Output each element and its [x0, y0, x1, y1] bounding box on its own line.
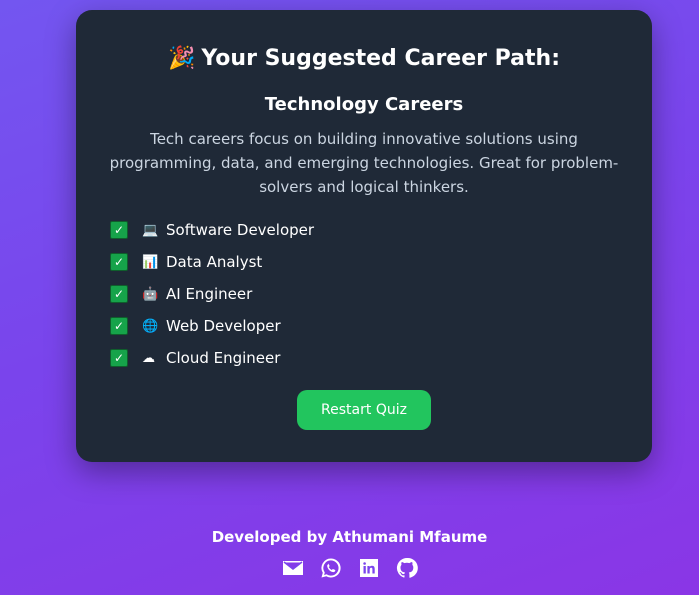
restart-quiz-button[interactable]: Restart Quiz — [297, 390, 431, 430]
checkmark-icon: ✓ — [110, 349, 128, 367]
social-links — [0, 556, 699, 580]
globe-icon: 🌐 — [142, 318, 159, 334]
email-icon[interactable] — [281, 556, 305, 580]
list-item: ✓ 💻 Software Developer — [110, 214, 314, 246]
checkmark-icon: ✓ — [110, 285, 128, 303]
laptop-icon: 💻 — [142, 222, 159, 238]
result-card: 🎉 Your Suggested Career Path: Technology … — [76, 10, 652, 462]
footer-credit: Developed by Athumani Mfaume — [211, 528, 488, 546]
cloud-icon: ☁ — [142, 350, 155, 366]
result-title: 🎉 Your Suggested Career Path: — [76, 46, 652, 71]
career-label: Web Developer — [166, 317, 281, 335]
result-title-text: Your Suggested Career Path: — [201, 46, 560, 71]
party-popper-icon: 🎉 — [167, 46, 196, 71]
list-item: ✓ 📊 Data Analyst — [110, 246, 314, 278]
list-item: ✓ 🤖 AI Engineer — [110, 278, 314, 310]
career-label: AI Engineer — [166, 285, 253, 303]
robot-icon: 🤖 — [142, 286, 159, 302]
career-label: Data Analyst — [166, 253, 263, 271]
checkmark-icon: ✓ — [110, 317, 128, 335]
github-icon[interactable] — [395, 556, 419, 580]
list-item: ✓ 🌐 Web Developer — [110, 310, 314, 342]
career-label: Software Developer — [166, 221, 315, 239]
bar-chart-icon: 📊 — [142, 254, 159, 270]
checkmark-icon: ✓ — [110, 253, 128, 271]
career-category: Technology Careers — [264, 94, 464, 115]
career-description: Tech careers focus on building innovativ… — [109, 130, 619, 196]
career-list: ✓ 💻 Software Developer ✓ 📊 Data Analyst … — [110, 214, 314, 374]
checkmark-icon: ✓ — [110, 221, 128, 239]
career-label: Cloud Engineer — [166, 349, 281, 367]
whatsapp-icon[interactable] — [319, 556, 343, 580]
linkedin-icon[interactable] — [357, 556, 381, 580]
list-item: ✓ ☁ Cloud Engineer — [110, 342, 314, 374]
